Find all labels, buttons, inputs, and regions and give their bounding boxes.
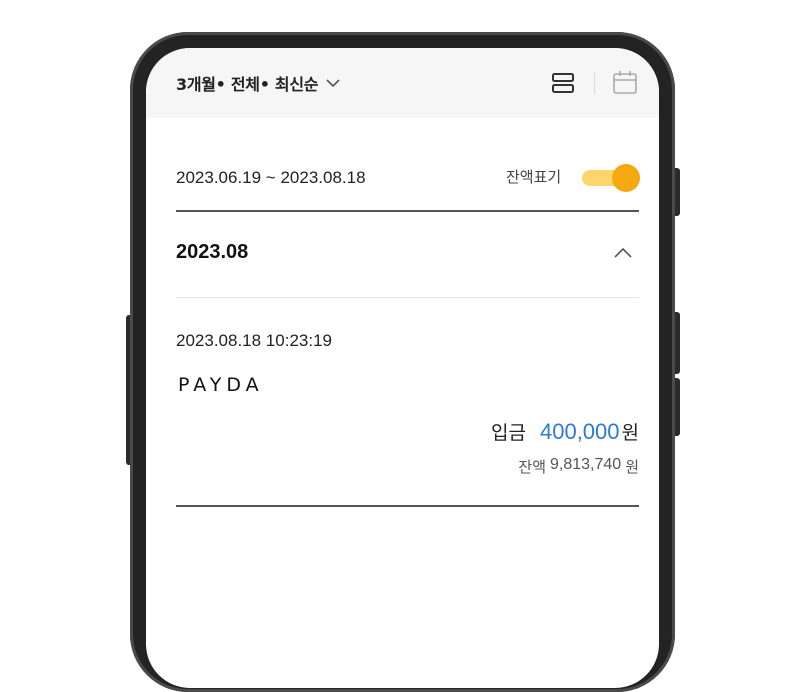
toggle-knob <box>612 164 640 192</box>
phone-screen: 3개월• 전체• 최신순 2023.06.19 ~ 2023.08.18 잔액표… <box>146 48 659 688</box>
transaction-amount-row: 입금 400,000 원 <box>491 418 639 445</box>
month-group-title: 2023.08 <box>176 241 249 263</box>
top-bar: 3개월• 전체• 최신순 <box>146 48 659 118</box>
transaction-timestamp: 2023.08.18 10:23:19 <box>176 331 332 350</box>
section-divider <box>176 210 639 212</box>
balance-label: 잔액 <box>518 458 546 476</box>
date-range: 2023.06.19 ~ 2023.08.18 <box>176 168 366 187</box>
list-end-divider <box>176 505 639 507</box>
list-view-icon[interactable] <box>551 72 575 94</box>
calendar-icon[interactable] <box>612 69 638 95</box>
filter-label: 3개월• 전체• 최신순 <box>176 75 319 94</box>
chevron-up-icon[interactable] <box>614 247 632 259</box>
balance-unit: 원 <box>625 458 639 476</box>
balance-toggle[interactable] <box>582 164 640 192</box>
balance-value: 9,813,740 <box>550 456 622 473</box>
transaction-merchant: PAYDA <box>178 374 264 396</box>
balance-toggle-label: 잔액표기 <box>506 168 562 186</box>
transaction-type: 입금 <box>491 422 526 444</box>
transaction-amount-unit: 원 <box>621 422 639 444</box>
toolbar-divider <box>594 72 595 94</box>
month-divider <box>176 297 639 298</box>
filter-dropdown[interactable]: 3개월• 전체• 최신순 <box>176 71 340 95</box>
transaction-balance-row: 잔액 9,813,740 원 <box>518 456 639 477</box>
transaction-amount: 400,000 <box>539 419 620 444</box>
chevron-down-icon <box>326 79 340 88</box>
